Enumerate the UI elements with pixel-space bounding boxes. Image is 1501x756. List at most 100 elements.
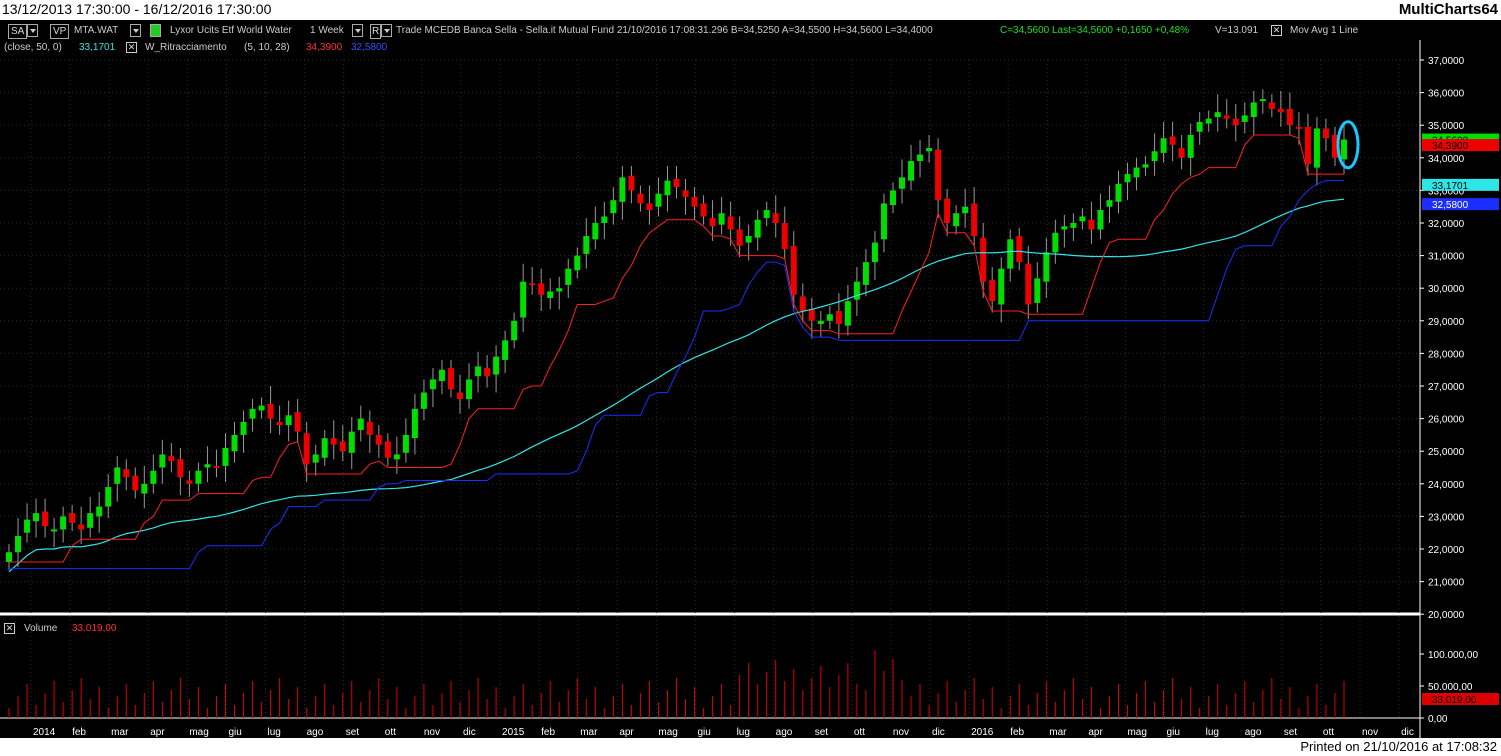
time-tick-label: dic <box>1401 727 1414 738</box>
close-info: C=34,5600 Last=34,5600 +0,1650 +0,48% <box>1000 25 1190 36</box>
candle-body <box>222 447 229 466</box>
volume-tag-label: 33.019,00 <box>1432 695 1477 706</box>
candle-body <box>971 203 978 237</box>
candle-body <box>547 291 554 298</box>
candle-body <box>908 161 915 181</box>
candle-body <box>700 203 707 217</box>
wr-value-red: 34,3900 <box>306 42 343 53</box>
price-tick-label: 20,0000 <box>1428 610 1465 621</box>
candle-body <box>556 288 563 292</box>
candle-body <box>33 513 40 522</box>
chart-canvas[interactable]: 37,000036,000035,000034,000033,000032,00… <box>0 20 1501 738</box>
candle-body <box>330 438 337 445</box>
sa-button[interactable]: SA <box>8 24 39 39</box>
price-tag-label: 34,3900 <box>1432 141 1469 152</box>
candle-body <box>953 213 960 227</box>
candle-body <box>574 255 581 271</box>
candle-body <box>980 237 987 282</box>
candle-body <box>1223 115 1230 119</box>
candle-body <box>799 296 806 312</box>
volume-tick-label: 50.000,00 <box>1428 682 1473 693</box>
time-tick-label: feb <box>541 727 555 738</box>
candle-body <box>1187 134 1194 158</box>
price-tick-label: 29,0000 <box>1428 317 1465 328</box>
price-tick-label: 22,0000 <box>1428 545 1465 556</box>
candle-body <box>808 309 815 321</box>
time-tick-label: ott <box>854 727 865 738</box>
candle-body <box>1142 164 1149 168</box>
wr-name: W_Ritracciamento <box>145 42 227 53</box>
study-close-icon[interactable]: ✕ <box>1271 24 1282 37</box>
printed-timestamp: Printed on 21/10/2016 at 17:08:32 <box>1300 739 1497 754</box>
candle-body <box>294 412 301 432</box>
candle-body <box>240 421 247 435</box>
candle-body <box>871 242 878 263</box>
candle-body <box>682 190 689 197</box>
volume-close-icon[interactable]: ✕ <box>4 622 15 635</box>
time-tick-label: ott <box>1323 727 1334 738</box>
chevron-down-icon[interactable] <box>27 24 39 37</box>
status-footer: Printed on 21/10/2016 at 17:08:32 <box>0 738 1501 756</box>
candle-body <box>249 408 256 419</box>
candle-body <box>132 475 139 491</box>
price-tick-label: 35,0000 <box>1428 121 1465 132</box>
candle-body <box>105 487 112 507</box>
volume-name: Volume <box>24 623 58 634</box>
title-bar: 13/12/2013 17:30:00 - 16/12/2016 17:30:0… <box>0 0 1501 20</box>
time-tick-label: nov <box>1362 727 1378 738</box>
candle-body <box>610 200 617 214</box>
instrument-name: Lyxor Ucits Etf World Water <box>170 25 292 36</box>
interval-dropdown[interactable] <box>352 24 363 37</box>
candle-body <box>1214 112 1221 118</box>
candle-body <box>1259 99 1266 102</box>
candle-body <box>159 454 166 468</box>
candle-body <box>880 203 887 240</box>
candle-body <box>1295 126 1302 129</box>
candle-body <box>213 465 220 468</box>
time-tick-label: ago <box>307 727 324 738</box>
candle-body <box>754 219 761 238</box>
candle-body <box>745 236 752 243</box>
candle-body <box>285 415 292 426</box>
price-tick-label: 32,0000 <box>1428 219 1465 230</box>
candle-body <box>393 454 400 460</box>
candle-body <box>664 180 671 196</box>
candle-body <box>60 516 67 530</box>
time-tick-label: nov <box>893 727 909 738</box>
time-tick-label: lug <box>737 727 750 738</box>
symbol-dropdown[interactable] <box>130 24 141 37</box>
candle-body <box>402 434 409 453</box>
candle-body <box>835 311 842 325</box>
candle-body <box>944 198 951 223</box>
time-tick-label: nov <box>424 727 440 738</box>
candle-body <box>348 431 355 453</box>
chart-window[interactable]: 37,0000 36,0000 35,0000 34,0000 33,0000 32,00… <box>0 20 1501 738</box>
candle-body <box>466 379 473 400</box>
candle-body <box>844 301 851 326</box>
candle-body <box>321 438 328 458</box>
time-tick-label: mag <box>658 727 677 738</box>
ma-params: (close, 50, 0) <box>4 42 62 53</box>
candle-body <box>114 467 121 484</box>
wr-close-icon[interactable]: ✕ <box>126 41 137 54</box>
app-name: MultiCharts64 <box>1398 1 1498 18</box>
candle-body <box>962 206 969 214</box>
candle-body <box>69 513 76 523</box>
candle-body <box>276 421 283 426</box>
time-tick-label: giu <box>697 727 710 738</box>
candle-body <box>438 369 445 382</box>
time-tick-label: feb <box>72 727 86 738</box>
candle-body <box>411 408 418 439</box>
price-tag-label: 33,1701 <box>1432 181 1469 192</box>
vp-button[interactable]: VP <box>50 24 70 39</box>
candle-body <box>691 196 698 207</box>
green-toggle-icon[interactable] <box>150 24 161 37</box>
price-tag-label: 32,5800 <box>1432 200 1469 211</box>
candle-body <box>1016 236 1023 263</box>
volume-value: 33.019,00 <box>72 623 117 634</box>
candle-body <box>862 262 869 285</box>
wr-params: (5, 10, 28) <box>244 42 290 53</box>
r-button[interactable]: R <box>370 24 393 39</box>
candle-body <box>917 154 924 162</box>
time-tick-label: set <box>815 727 829 738</box>
